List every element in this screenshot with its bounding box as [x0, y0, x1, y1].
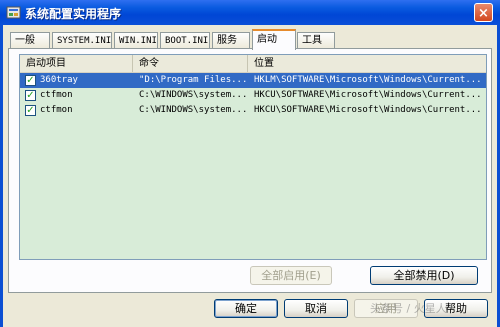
checkmark-icon: ✓ [26, 105, 35, 116]
column-header-item[interactable]: 启动项目 [20, 55, 133, 72]
row-item: ctfmon [40, 90, 73, 100]
tab-tools[interactable]: 工具 [297, 32, 335, 49]
tab-win-ini[interactable]: WIN.INI [114, 32, 158, 49]
startup-checkbox[interactable]: ✓ [25, 75, 36, 86]
startup-row[interactable]: ✓ ctfmon C:\WINDOWS\system... HKCU\SOFTW… [20, 88, 486, 103]
row-location: HKLM\SOFTWARE\Microsoft\Windows\Current.… [254, 75, 482, 85]
column-header-command[interactable]: 命令 [133, 55, 248, 72]
tab-services[interactable]: 服务 [212, 32, 250, 49]
close-icon: × [478, 6, 489, 21]
row-command: C:\WINDOWS\system... [139, 105, 247, 115]
row-location: HKCU\SOFTWARE\Microsoft\Windows\Current.… [254, 90, 482, 100]
disable-all-button[interactable]: 全部禁用(D) [370, 266, 478, 285]
cancel-button[interactable]: 取消 [284, 299, 348, 318]
row-command: "D:\Program Files... [139, 75, 247, 85]
window-title: 系统配置实用程序 [25, 7, 122, 21]
row-item: ctfmon [40, 105, 73, 115]
system-config-window: 系统配置实用程序 × 一般 SYSTEM.INI WIN.INI BOOT.IN… [0, 0, 500, 327]
tab-label: 服务 [217, 35, 237, 46]
msconfig-app-icon [6, 6, 21, 19]
startup-row[interactable]: ✓ ctfmon C:\WINDOWS\system... HKCU\SOFTW… [20, 103, 486, 118]
startup-checkbox[interactable]: ✓ [25, 105, 36, 116]
row-item: 360tray [40, 75, 78, 85]
title-bar[interactable]: 系统配置实用程序 × [0, 0, 500, 25]
tab-boot-ini[interactable]: BOOT.INI [160, 32, 210, 49]
tab-general[interactable]: 一般 [10, 32, 50, 49]
enable-all-button[interactable]: 全部启用(E) [250, 266, 332, 285]
watermark: 头条号 / 火星人 [370, 302, 447, 315]
checkmark-icon: ✓ [26, 90, 35, 101]
ok-button[interactable]: 确定 [214, 299, 278, 318]
tab-label: 启动 [257, 34, 277, 45]
row-location: HKCU\SOFTWARE\Microsoft\Windows\Current.… [254, 105, 482, 115]
column-header-location[interactable]: 位置 [248, 55, 486, 72]
tab-label: WIN.INI [119, 36, 157, 46]
startup-checkbox[interactable]: ✓ [25, 90, 36, 101]
row-command: C:\WINDOWS\system... [139, 90, 247, 100]
tab-label: 工具 [302, 35, 322, 46]
tab-label: BOOT.INI [165, 36, 209, 46]
startup-items-list[interactable]: 启动项目 命令 位置 ✓ 360tray "D:\Program Files..… [19, 54, 487, 260]
list-header: 启动项目 命令 位置 [20, 55, 486, 73]
window-frame-left [0, 25, 3, 327]
tab-system-ini[interactable]: SYSTEM.INI [52, 32, 112, 49]
checkmark-icon: ✓ [26, 75, 35, 86]
tab-label: 一般 [15, 35, 35, 46]
close-button[interactable]: × [474, 3, 493, 22]
tab-startup[interactable]: 启动 [252, 29, 296, 50]
startup-row[interactable]: ✓ 360tray "D:\Program Files... HKLM\SOFT… [20, 73, 486, 88]
tab-label: SYSTEM.INI [57, 36, 112, 46]
